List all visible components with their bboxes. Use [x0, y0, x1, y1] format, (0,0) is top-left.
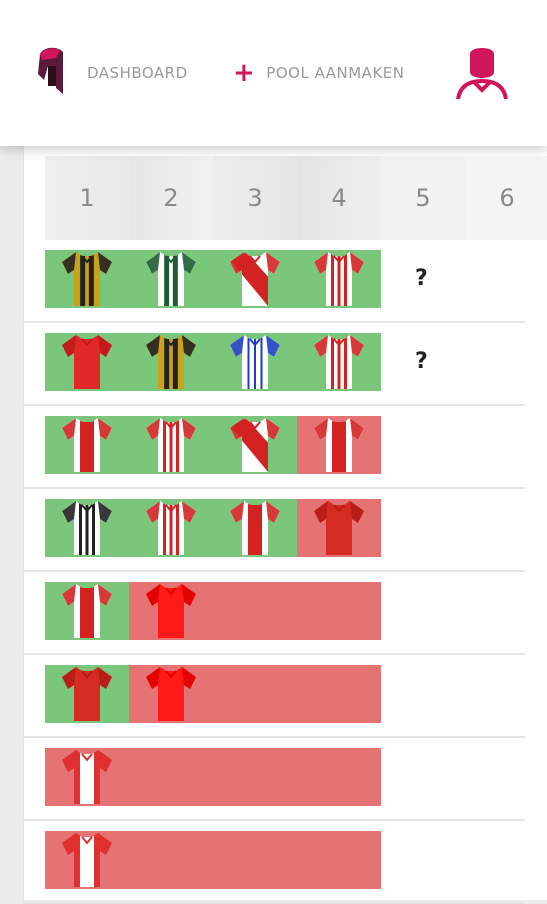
result-cell-win [129, 333, 213, 391]
prediction-row[interactable] [23, 572, 525, 655]
user-profile-icon[interactable] [455, 44, 509, 100]
result-cell-empty [297, 665, 381, 723]
result-cell-win [129, 499, 213, 557]
result-cell-win [297, 250, 381, 308]
team-shirt-icon [230, 418, 280, 472]
team-shirt-icon [62, 584, 112, 638]
result-cell-empty [213, 665, 297, 723]
spartan-helmet-logo-icon[interactable] [34, 44, 66, 98]
column-header-row: 1 2 3 4 5 6 [45, 156, 547, 240]
column-header: 3 [213, 156, 297, 240]
result-bar [45, 748, 381, 806]
dashboard-link[interactable]: DASHBOARD [87, 64, 188, 82]
team-shirt-icon [62, 667, 112, 721]
result-cell-win [213, 333, 297, 391]
result-cell-win [213, 250, 297, 308]
column-header: 5 [381, 156, 465, 240]
prediction-row[interactable] [23, 406, 525, 489]
team-shirt-icon [62, 750, 112, 804]
column-header: 2 [129, 156, 213, 240]
team-shirt-icon [62, 418, 112, 472]
team-shirt-icon [230, 501, 280, 555]
prediction-row[interactable] [23, 655, 525, 738]
result-cell-empty [129, 831, 213, 889]
prediction-board: 1 2 3 4 5 6 ?? [23, 146, 547, 904]
team-shirt-icon [62, 501, 112, 555]
team-shirt-icon [230, 335, 280, 389]
result-cell-lose [45, 831, 129, 889]
plus-icon: + [233, 58, 256, 88]
result-cell-win [45, 582, 129, 640]
team-shirt-icon [314, 335, 364, 389]
result-bar [45, 499, 381, 557]
team-shirt-icon [314, 418, 364, 472]
result-cell-win [45, 250, 129, 308]
prediction-row[interactable]: ? [23, 323, 525, 406]
team-shirt-icon [146, 335, 196, 389]
result-cell-win [129, 416, 213, 474]
result-bar [45, 582, 381, 640]
unknown-result-marker: ? [415, 266, 428, 291]
column-header: 6 [465, 156, 547, 240]
result-cell-win [45, 416, 129, 474]
column-header: 1 [45, 156, 129, 240]
result-cell-lose [45, 748, 129, 806]
result-cell-empty [297, 748, 381, 806]
unknown-result-marker: ? [415, 349, 428, 374]
team-shirt-icon [146, 501, 196, 555]
result-cell-lose [297, 416, 381, 474]
result-bar [45, 665, 381, 723]
prediction-row[interactable] [23, 821, 525, 904]
result-bar [45, 831, 381, 889]
top-navigation-bar: DASHBOARD + POOL AANMAKEN [0, 0, 547, 146]
team-shirt-icon [314, 252, 364, 306]
result-cell-empty [129, 748, 213, 806]
result-cell-empty [213, 831, 297, 889]
result-cell-empty [213, 748, 297, 806]
column-header: 4 [297, 156, 381, 240]
result-cell-win [213, 416, 297, 474]
team-shirt-icon [146, 584, 196, 638]
team-shirt-icon [62, 252, 112, 306]
team-shirt-icon [146, 418, 196, 472]
result-cell-empty [297, 831, 381, 889]
result-cell-lose [129, 665, 213, 723]
result-cell-lose [129, 582, 213, 640]
prediction-row[interactable]: ? [23, 240, 525, 323]
result-bar [45, 416, 381, 474]
team-shirt-icon [146, 252, 196, 306]
result-cell-win [297, 333, 381, 391]
result-cell-win [45, 665, 129, 723]
team-shirt-icon [230, 252, 280, 306]
result-cell-win [213, 499, 297, 557]
result-cell-win [45, 499, 129, 557]
prediction-row[interactable] [23, 489, 525, 572]
team-shirt-icon [314, 501, 364, 555]
result-bar [45, 250, 381, 308]
prediction-row[interactable] [23, 738, 525, 821]
team-shirt-icon [62, 833, 112, 887]
result-cell-empty [213, 582, 297, 640]
team-shirt-icon [62, 335, 112, 389]
result-cell-win [129, 250, 213, 308]
result-cell-lose [297, 499, 381, 557]
team-shirt-icon [146, 667, 196, 721]
create-pool-link[interactable]: + POOL AANMAKEN [233, 58, 405, 88]
result-cell-empty [297, 582, 381, 640]
result-bar [45, 333, 381, 391]
create-pool-label: POOL AANMAKEN [266, 64, 405, 82]
result-cell-win [45, 333, 129, 391]
